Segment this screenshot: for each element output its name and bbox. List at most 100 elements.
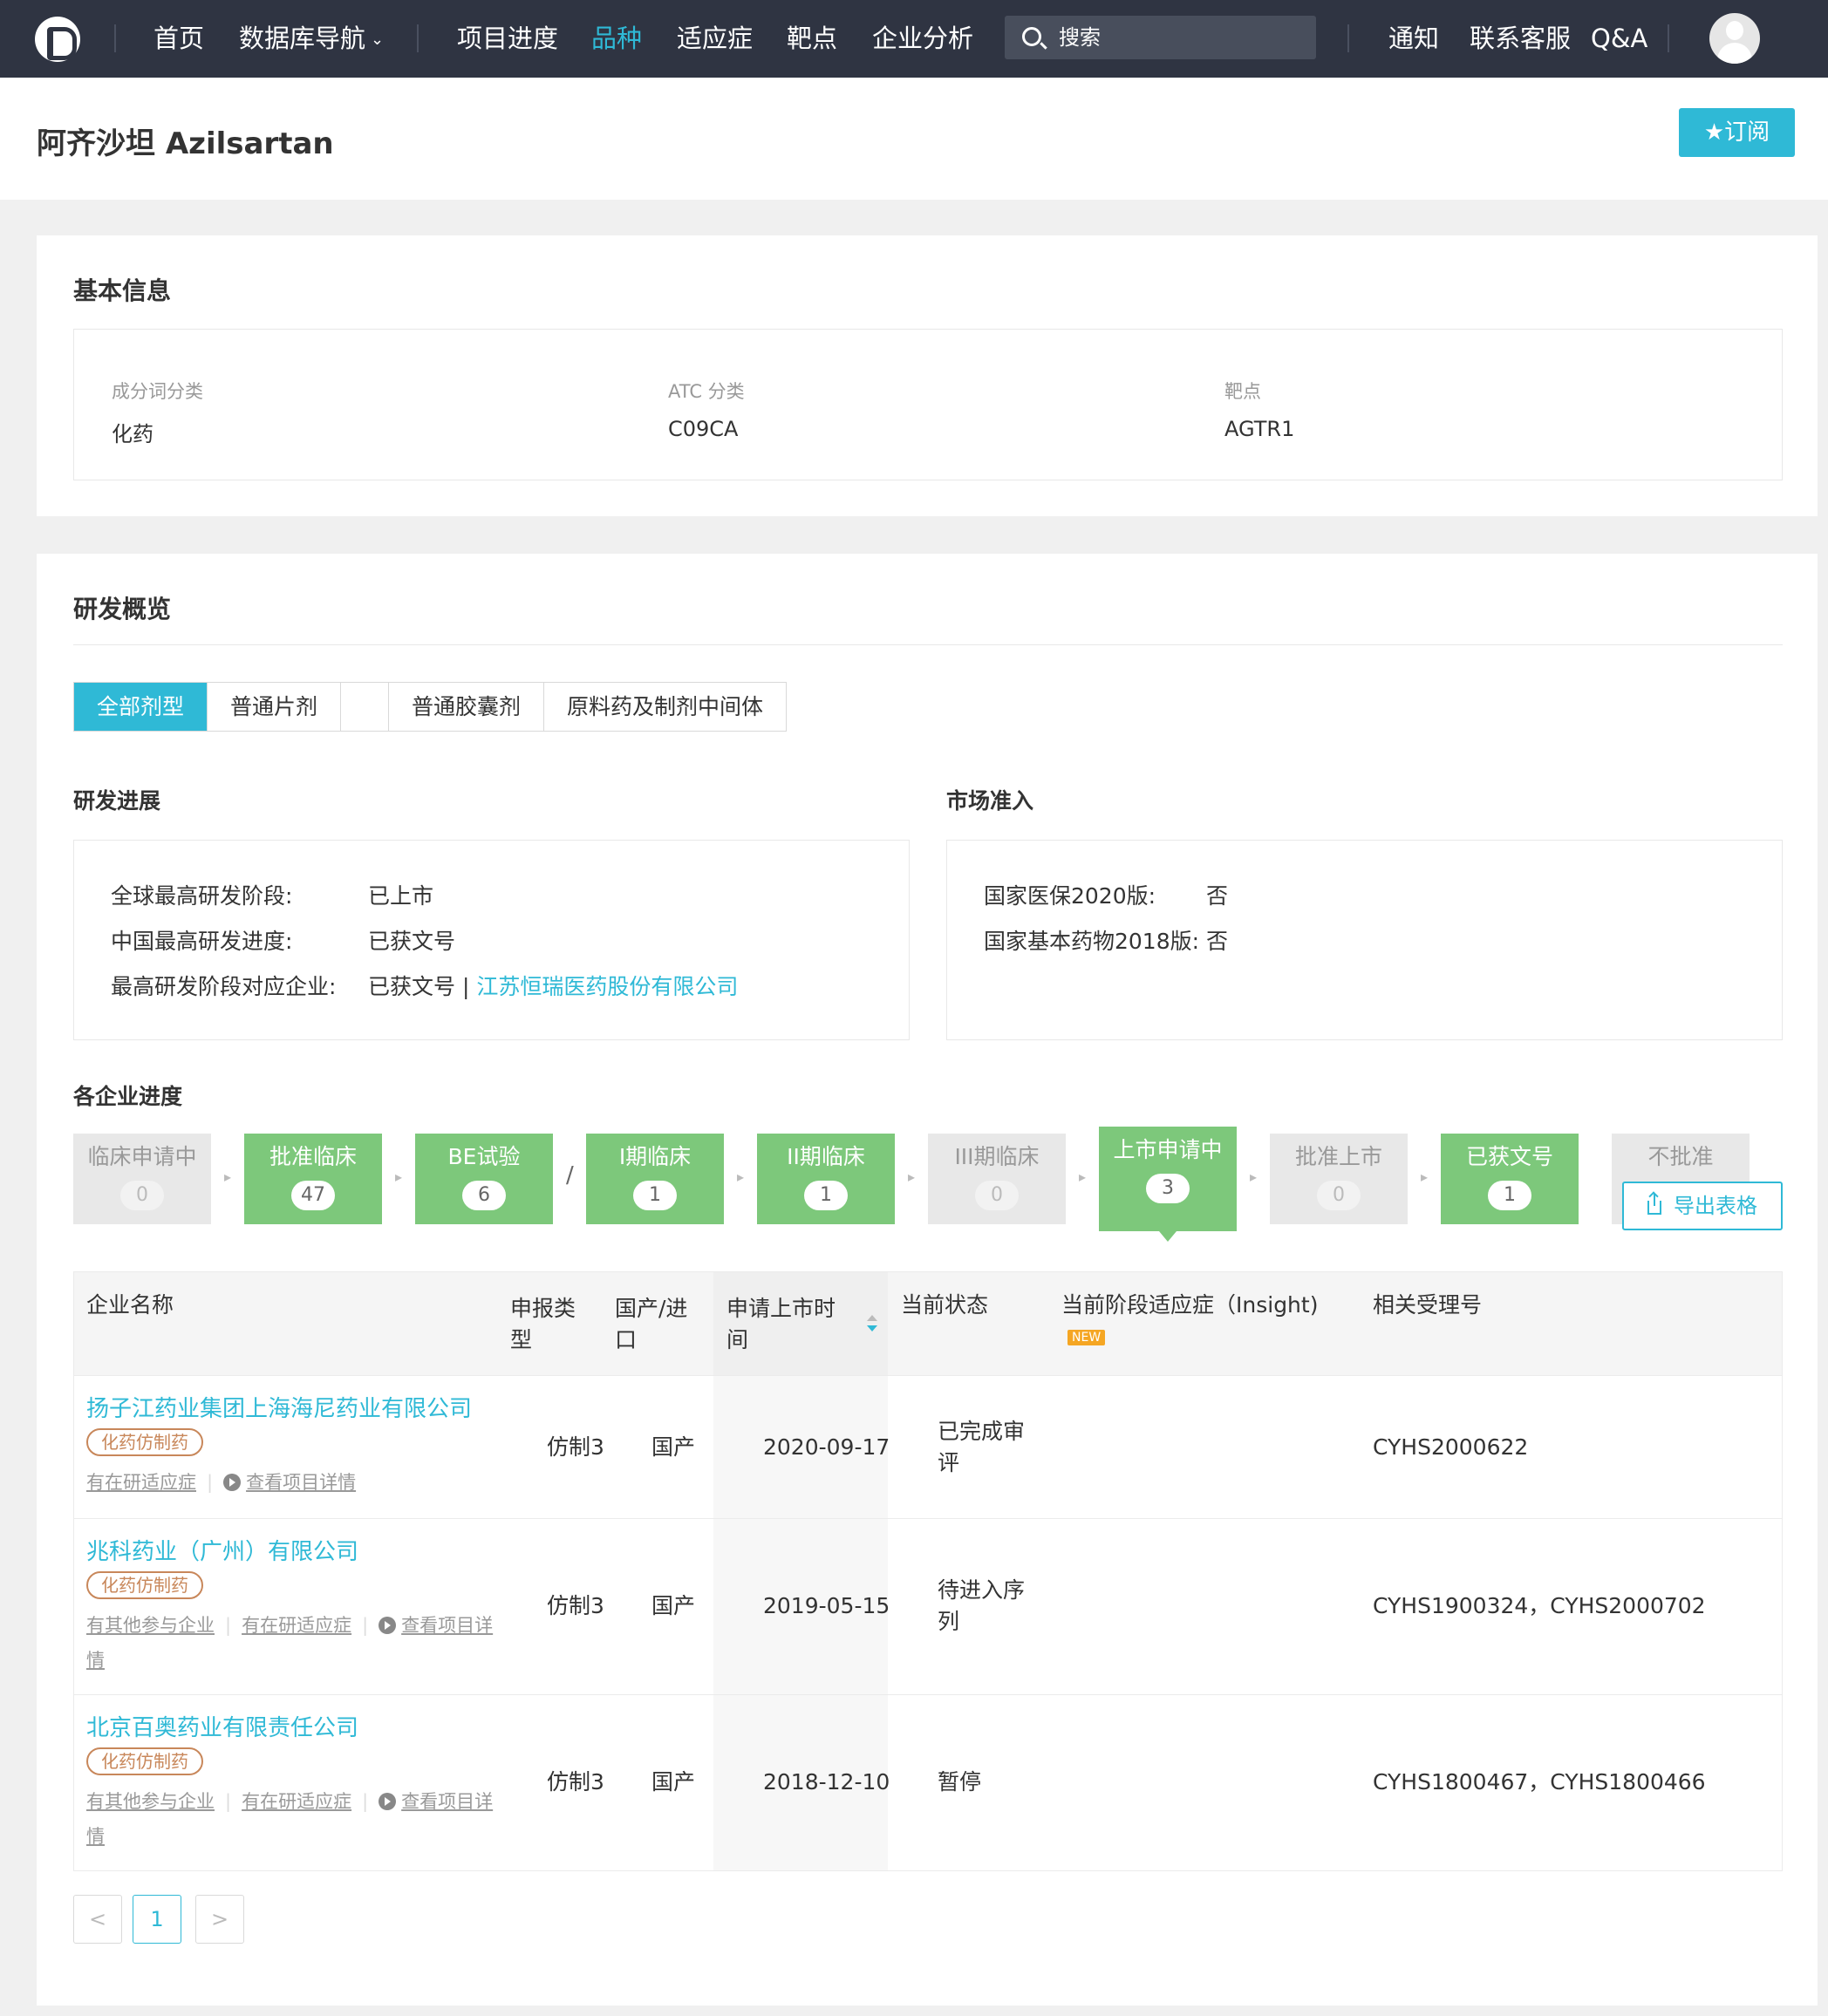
nav-qa[interactable]: Q&A <box>1591 19 1647 58</box>
upload-icon <box>1647 1194 1661 1215</box>
export-table-button[interactable]: 导出表格 <box>1622 1182 1783 1230</box>
logo-icon[interactable] <box>35 17 80 62</box>
stage-phase3[interactable]: III期临床 0 <box>928 1134 1066 1224</box>
nav-target[interactable]: 靶点 <box>787 19 837 58</box>
indication-link[interactable]: 有在研适应症 <box>242 1791 351 1812</box>
play-circle-icon <box>379 1793 397 1810</box>
nav-customer-service[interactable]: 联系客服 <box>1470 19 1571 58</box>
sort-icon[interactable] <box>867 1315 877 1334</box>
stage-phase2[interactable]: II期临床 1 <box>757 1134 895 1224</box>
nav-variety[interactable]: 品种 <box>591 19 642 58</box>
chevron-right-icon: ▸ <box>224 1168 232 1185</box>
nav-database-label: 数据库导航 <box>239 24 366 53</box>
company-link[interactable]: 北京百奥药业有限责任公司 <box>86 1713 358 1744</box>
stage-market-application[interactable]: 上市申请中 3 <box>1099 1127 1237 1242</box>
nav-project-progress[interactable]: 项目进度 <box>457 19 558 58</box>
atc-class-label: ATC 分类 <box>668 381 745 402</box>
th-filing-type: 申报类 型 <box>510 1296 576 1352</box>
stage-count: 1 <box>804 1181 848 1210</box>
top-navbar: 首页 数据库导航 ⌄ 项目进度 品种 适应症 靶点 企业分析 通知 联系客服 Q&… <box>0 0 1828 78</box>
th-company: 企业名称 <box>86 1292 174 1318</box>
table-row: 兆科药业（广州）有限公司 化药仿制药 有其他参与企业 | 有在研适应症 | 查看项目详情… <box>74 1518 1782 1694</box>
stage-market-approved[interactable]: 批准上市 0 <box>1270 1134 1408 1224</box>
stage-clinical-application[interactable]: 临床申请中 0 <box>73 1134 211 1224</box>
tab-all-dosage[interactable]: 全部剂型 <box>74 683 208 731</box>
link-separator: | <box>362 1791 369 1812</box>
filing-type: 仿制3 <box>547 1769 604 1795</box>
stage-label: 上市申请中 <box>1113 1137 1223 1162</box>
search-input[interactable] <box>1059 21 1303 54</box>
chevron-right-icon: ▸ <box>908 1168 916 1185</box>
nrdl-label: 国家医保2020版: <box>984 883 1156 909</box>
tab-capsule[interactable]: 普通胶囊剂 <box>389 683 545 731</box>
top-company-row: 最高研发阶段对应企业: 已获文号 | 江苏恒瑞医药股份有限公司 <box>111 970 738 1001</box>
top-company-link[interactable]: 江苏恒瑞医药股份有限公司 <box>476 974 738 999</box>
stage-clinical-approved[interactable]: 批准临床 47 <box>244 1134 382 1224</box>
new-badge: NEW <box>1067 1330 1106 1345</box>
user-icon <box>1726 21 1743 40</box>
play-circle-icon <box>379 1617 397 1634</box>
stage-phase1[interactable]: I期临床 1 <box>586 1134 724 1224</box>
origin: 国产 <box>651 1434 696 1460</box>
company-progress-title: 各企业进度 <box>73 1084 183 1109</box>
acceptance-number[interactable]: CYHS2000622 <box>1373 1432 1528 1463</box>
acceptance-number[interactable]: CYHS1800467，CYHS1800466 <box>1373 1767 1706 1798</box>
table-row: 北京百奥药业有限责任公司 化药仿制药 有其他参与企业 | 有在研适应症 | 查看项目详情… <box>74 1694 1782 1870</box>
stage-label: 批准上市 <box>1294 1144 1382 1169</box>
prev-page-button[interactable]: < <box>73 1895 122 1944</box>
basic-info-box: 成分词分类 化药 ATC 分类 C09CA 靶点 AGTR1 <box>73 329 1783 480</box>
row-links: 有其他参与企业 | 有在研适应症 | 查看项目详情 <box>86 1608 496 1678</box>
acceptance-number[interactable]: CYHS1900324，CYHS2000702 <box>1373 1590 1706 1622</box>
indication-link[interactable]: 有在研适应症 <box>86 1472 196 1493</box>
company-link[interactable]: 扬子江药业集团上海海尼药业有限公司 <box>86 1393 472 1425</box>
rd-overview-title: 研发概览 <box>73 595 172 623</box>
search-box[interactable] <box>1005 16 1316 59</box>
tab-tablet[interactable]: 普通片剂 <box>208 683 342 731</box>
rd-progress-title: 研发进展 <box>73 788 161 814</box>
nav-database[interactable]: 数据库导航 ⌄ <box>239 19 384 62</box>
nav-notifications[interactable]: 通知 <box>1388 19 1439 58</box>
project-detail-link[interactable]: 查看项目详情 <box>246 1472 356 1493</box>
drug-type-tag: 化药仿制药 <box>86 1747 203 1775</box>
nav-divider <box>1347 24 1349 52</box>
nav-company-analysis[interactable]: 企业分析 <box>872 19 973 58</box>
tab-api-intermediate[interactable]: 原料药及制剂中间体 <box>544 683 786 731</box>
filing-type: 仿制3 <box>547 1434 604 1460</box>
stage-license-obtained[interactable]: 已获文号 1 <box>1441 1134 1579 1224</box>
target-label: 靶点 <box>1224 381 1261 402</box>
chevron-right-icon: ▸ <box>1079 1168 1087 1185</box>
title-bar: 阿齐沙坦 Azilsartan ★订阅 <box>0 78 1828 200</box>
stage-label: 不批准 <box>1647 1144 1714 1169</box>
stage-slash: / <box>566 1162 574 1188</box>
other-company-link[interactable]: 有其他参与企业 <box>86 1615 215 1636</box>
origin: 国产 <box>651 1593 696 1618</box>
company-table: 企业名称 申报类 型 国产/进 口 申请上市时 间 当前状态 当前阶段适应症（I… <box>73 1271 1783 1871</box>
nav-indication[interactable]: 适应症 <box>677 19 753 58</box>
subscribe-button[interactable]: ★订阅 <box>1679 108 1795 157</box>
table-header: 企业名称 申报类 型 国产/进 口 申请上市时 间 当前状态 当前阶段适应症（I… <box>74 1272 1782 1375</box>
ingredient-class-value: 化药 <box>112 422 153 446</box>
status: 待进入序 列 <box>938 1577 1026 1634</box>
nav-home[interactable]: 首页 <box>153 19 204 58</box>
th-apply-date[interactable]: 申请上市时 间 <box>726 1293 849 1356</box>
indication-link[interactable]: 有在研适应症 <box>242 1615 351 1636</box>
chevron-right-icon: ▸ <box>1250 1168 1258 1185</box>
stage-count: 0 <box>975 1181 1019 1210</box>
export-label: 导出表格 <box>1674 1194 1757 1218</box>
other-company-link[interactable]: 有其他参与企业 <box>86 1791 215 1812</box>
filing-type: 仿制3 <box>547 1593 604 1618</box>
stage-count: 0 <box>1317 1181 1361 1210</box>
china-stage-value: 已获文号 <box>368 929 456 954</box>
page-1-button[interactable]: 1 <box>133 1895 181 1944</box>
next-page-button[interactable]: > <box>195 1895 244 1944</box>
essential-drug-label: 国家基本药物2018版: <box>984 929 1200 954</box>
tab-empty[interactable] <box>341 683 390 731</box>
link-separator: | <box>207 1472 214 1493</box>
stage-be-trial[interactable]: BE试验 6 <box>415 1134 553 1224</box>
stage-count: 6 <box>462 1181 506 1210</box>
nav-divider <box>417 24 419 52</box>
company-link[interactable]: 兆科药业（广州）有限公司 <box>86 1536 358 1568</box>
avatar[interactable] <box>1709 13 1760 64</box>
chevron-right-icon: ▸ <box>1421 1168 1429 1185</box>
china-stage-label: 中国最高研发进度: <box>111 929 293 954</box>
